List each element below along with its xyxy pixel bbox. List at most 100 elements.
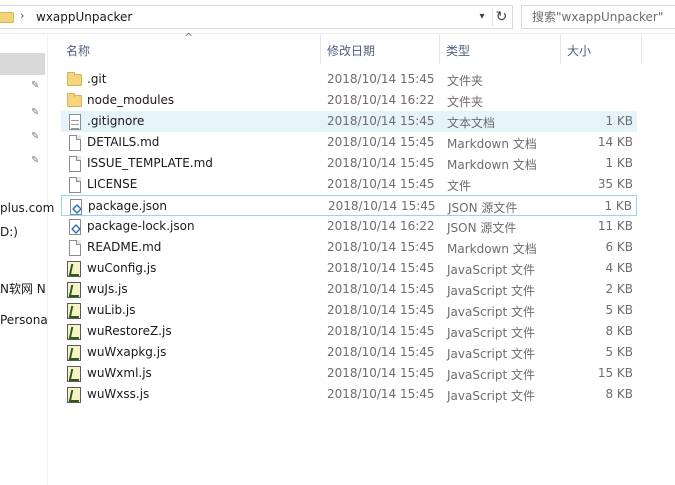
file-row[interactable]: ISSUE_TEMPLATE.md 2018/10/14 15:45 Markdow… — [61, 153, 637, 174]
file-name: DETAILS.md — [87, 135, 160, 149]
javascript-file-icon — [67, 303, 81, 319]
file-name: ISSUE_TEMPLATE.md — [87, 156, 213, 170]
folder-icon — [67, 72, 82, 86]
file-modified-date: 2018/10/14 15:45 — [327, 72, 435, 86]
column-header-label: 修改日期 — [327, 44, 376, 58]
column-header-label: 名称 — [66, 44, 91, 58]
file-name: README.md — [87, 240, 162, 254]
column-header-label: 大小 — [567, 44, 592, 58]
refresh-icon[interactable]: ↻ — [492, 8, 510, 26]
file-name: wuConfig.js — [87, 261, 157, 275]
file-modified-date: 2018/10/14 15:45 — [327, 366, 435, 380]
file-row[interactable]: wuWxml.js 2018/10/14 15:45 JavaScript 文件 15… — [61, 363, 637, 384]
address-box[interactable]: › wxappUnpacker ▾ ↻ — [0, 5, 513, 29]
file-modified-date: 2018/10/14 16:22 — [327, 219, 435, 233]
file-type: JavaScript 文件 — [447, 263, 535, 277]
document-icon — [69, 240, 81, 256]
file-modified-date: 2018/10/14 15:45 — [327, 303, 435, 317]
file-type: JavaScript 文件 — [447, 284, 535, 298]
file-name: wuJs.js — [87, 282, 128, 296]
file-name: wuRestoreZ.js — [87, 324, 172, 338]
file-modified-date: 2018/10/14 15:45 — [327, 114, 435, 128]
file-name: LICENSE — [87, 177, 138, 191]
nav-item-label[interactable]: N软网 N — [0, 280, 46, 297]
file-modified-date: 2018/10/14 15:45 — [328, 199, 436, 213]
file-row[interactable]: README.md 2018/10/14 15:45 Markdown 文档 6 KB — [61, 237, 637, 258]
file-size: 2 KB — [605, 282, 633, 296]
document-icon — [69, 135, 81, 151]
file-name: .gitignore — [87, 114, 145, 128]
javascript-file-icon — [67, 387, 81, 403]
file-modified-date: 2018/10/14 15:45 — [327, 261, 435, 275]
file-row[interactable]: DETAILS.md 2018/10/14 15:45 Markdown 文档 14 … — [61, 132, 637, 153]
file-row[interactable]: package-lock.json 2018/10/14 16:22 JSON 源文… — [61, 216, 637, 237]
file-size: 5 KB — [605, 303, 633, 317]
search-input[interactable] — [522, 6, 675, 28]
file-row[interactable]: .git 2018/10/14 15:45 文件夹 — [61, 69, 637, 90]
search-box[interactable] — [521, 5, 675, 29]
javascript-file-icon — [67, 345, 81, 361]
nav-item-selected[interactable] — [0, 53, 45, 75]
column-header-name[interactable]: 名称 — [60, 34, 320, 64]
file-row[interactable]: wuLib.js 2018/10/14 15:45 JavaScript 文件 5 K… — [61, 300, 637, 321]
nav-item-label[interactable]: Persona — [0, 313, 48, 327]
column-header-date[interactable]: 修改日期 — [321, 34, 439, 64]
file-size: 35 KB — [597, 177, 633, 191]
file-modified-date: 2018/10/14 15:45 — [327, 282, 435, 296]
folder-icon — [0, 12, 14, 23]
file-row[interactable]: .gitignore 2018/10/14 15:45 文本文档 1 KB — [61, 111, 637, 132]
text-file-icon — [69, 114, 81, 130]
pin-icon[interactable]: ✎ — [31, 107, 41, 119]
pin-icon[interactable]: ✎ — [31, 155, 41, 167]
file-name: node_modules — [87, 93, 175, 107]
address-bar: › wxappUnpacker ▾ ↻ — [0, 0, 675, 34]
address-history-dropdown-icon[interactable]: ▾ — [474, 9, 490, 25]
file-type: 文件夹 — [447, 95, 484, 109]
document-icon — [69, 177, 81, 193]
file-type: JavaScript 文件 — [447, 347, 535, 361]
javascript-file-icon — [67, 324, 81, 340]
column-divider[interactable] — [641, 34, 642, 64]
breadcrumb-path[interactable]: wxappUnpacker — [36, 10, 132, 24]
file-modified-date: 2018/10/14 15:45 — [327, 156, 435, 170]
file-modified-date: 2018/10/14 15:45 — [327, 135, 435, 149]
javascript-file-icon — [67, 282, 81, 298]
file-size: 6 KB — [605, 240, 633, 254]
file-row[interactable]: LICENSE 2018/10/14 15:45 文件 35 KB — [61, 174, 637, 195]
file-row[interactable]: wuConfig.js 2018/10/14 15:45 JavaScript 文件… — [61, 258, 637, 279]
navigation-pane: ✎ ✎ ✎ ✎ plus.com D:) N软网 N Persona — [0, 34, 54, 485]
file-size: 15 KB — [597, 366, 633, 380]
file-modified-date: 2018/10/14 15:45 — [327, 177, 435, 191]
file-type: 文本文档 — [447, 116, 496, 130]
file-modified-date: 2018/10/14 16:22 — [327, 93, 435, 107]
file-name: wuWxss.js — [87, 387, 150, 401]
file-size: 1 KB — [604, 199, 632, 213]
file-size: 1 KB — [605, 156, 633, 170]
file-type: 文件 — [447, 179, 472, 193]
column-header-size[interactable]: 大小 — [561, 34, 641, 64]
file-size: 14 KB — [597, 135, 633, 149]
pin-icon[interactable]: ✎ — [31, 131, 41, 143]
file-size: 11 KB — [597, 219, 633, 233]
file-name: package.json — [88, 199, 168, 213]
file-row[interactable]: node_modules 2018/10/14 16:22 文件夹 — [61, 90, 637, 111]
file-row[interactable]: package.json 2018/10/14 15:45 JSON 源文件 1 KB — [61, 195, 637, 216]
file-name: wuLib.js — [87, 303, 136, 317]
file-modified-date: 2018/10/14 15:45 — [327, 387, 435, 401]
file-row[interactable]: wuWxss.js 2018/10/14 15:45 JavaScript 文件 8 … — [61, 384, 637, 405]
breadcrumb-chevron-icon[interactable]: › — [20, 9, 24, 22]
file-row[interactable]: wuJs.js 2018/10/14 15:45 JavaScript 文件 2 KB — [61, 279, 637, 300]
column-header-type[interactable]: 类型 — [440, 34, 560, 64]
file-name: .git — [87, 72, 107, 86]
file-modified-date: 2018/10/14 15:45 — [327, 345, 435, 359]
file-row[interactable]: wuRestoreZ.js 2018/10/14 15:45 JavaScript … — [61, 321, 637, 342]
file-size: 8 KB — [605, 324, 633, 338]
nav-item-label[interactable]: D:) — [0, 225, 18, 239]
file-type: JSON 源文件 — [447, 221, 517, 235]
file-name: wuWxml.js — [87, 366, 152, 380]
json-file-icon — [70, 199, 82, 215]
nav-item-label[interactable]: plus.com — [0, 201, 54, 215]
file-type: JavaScript 文件 — [447, 305, 535, 319]
pin-icon[interactable]: ✎ — [31, 80, 41, 92]
file-row[interactable]: wuWxapkg.js 2018/10/14 15:45 JavaScript 文件… — [61, 342, 637, 363]
